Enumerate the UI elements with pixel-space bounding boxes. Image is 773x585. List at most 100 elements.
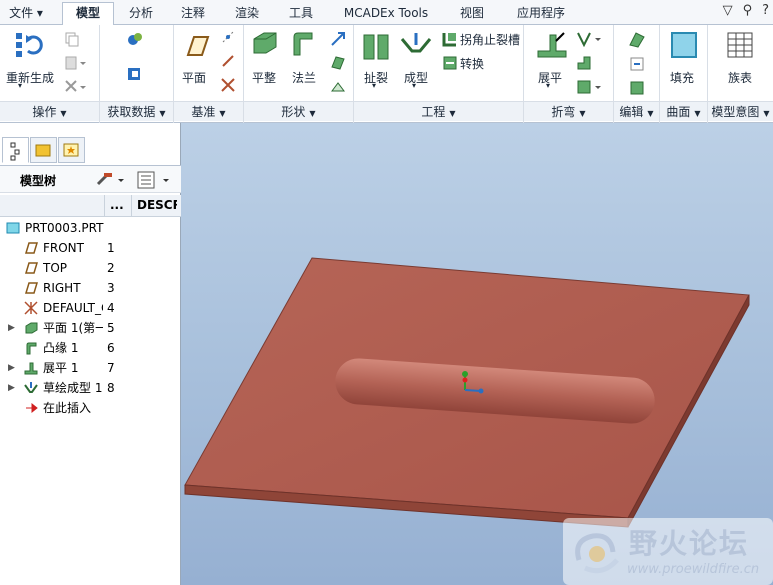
tree-row[interactable]: 凸缘 1 6 bbox=[0, 338, 181, 358]
group-label-operations[interactable]: 操作 ▼ bbox=[0, 101, 99, 121]
tree-row-number: 6 bbox=[107, 341, 115, 355]
help-icon[interactable]: ? bbox=[762, 3, 769, 18]
unbend-dropdown-icon[interactable]: ▾ bbox=[546, 81, 550, 90]
tree-row[interactable]: ▶ 草绘成型 1 8 bbox=[0, 378, 181, 398]
rip-dropdown-icon[interactable]: ▾ bbox=[372, 81, 376, 90]
tree-row-label: 草绘成型 1 bbox=[43, 381, 103, 395]
expand-toggle-icon[interactable]: ▶ bbox=[8, 358, 15, 378]
tree-row-number: 3 bbox=[107, 281, 115, 295]
forum-logo-icon bbox=[575, 533, 619, 574]
sheetmetal-part-model[interactable] bbox=[181, 123, 773, 585]
group-label-shape[interactable]: 形状 ▼ bbox=[244, 101, 353, 121]
datum-axis-icon[interactable] bbox=[220, 29, 236, 45]
unbend-icon[interactable] bbox=[534, 29, 568, 61]
group-label-engineering[interactable]: 工程 ▼ bbox=[354, 101, 523, 121]
folder-icon bbox=[35, 144, 51, 157]
menu-tab-7[interactable]: 视图 bbox=[446, 3, 498, 25]
tree-row[interactable]: PRT0003.PRT bbox=[0, 218, 181, 238]
copy-icon[interactable] bbox=[64, 31, 80, 47]
regenerate-dropdown-icon[interactable]: ▾ bbox=[18, 81, 22, 90]
datum-plane-icon[interactable] bbox=[180, 33, 210, 59]
tab-folder-browser[interactable] bbox=[30, 137, 57, 163]
expand-toggle-icon[interactable]: ▶ bbox=[8, 378, 15, 398]
tree-row[interactable]: ▶ 展平 1 7 bbox=[0, 358, 181, 378]
offset-icon[interactable] bbox=[628, 55, 646, 73]
edge-bend-icon[interactable] bbox=[576, 79, 602, 95]
menu-tab-5[interactable]: 工具 bbox=[276, 3, 326, 25]
corner-relief-button[interactable]: 拐角止裂槽 bbox=[460, 31, 520, 48]
group-model-intent: 族表 模型意图 ▼ bbox=[708, 25, 773, 123]
tree-row[interactable]: TOP 2 bbox=[0, 258, 181, 278]
copy-geometry-icon[interactable] bbox=[126, 65, 144, 83]
mirror-icon[interactable] bbox=[628, 31, 646, 49]
flange-wall-icon[interactable] bbox=[288, 29, 318, 59]
regenerate-button[interactable]: 重新生成 bbox=[6, 69, 54, 86]
ribbon: 重新生成 ▾ 操作 ▼ 获取数据 ▼ 平面 基准 ▼ 平整 法兰 形状 ▼ 扯裂 ▾ 成 bbox=[0, 25, 773, 123]
convert-icon[interactable] bbox=[442, 55, 458, 71]
menu-tab-0[interactable]: 文件 ▾ bbox=[0, 3, 52, 25]
menu-tab-2[interactable]: 分析 bbox=[116, 3, 166, 25]
plane-button[interactable]: 平面 bbox=[182, 69, 206, 86]
menu-bar: 文件 ▾ 模型 分析 注释 渲染 工具 MCADEx Tools 视图 应用程序 ▽ ⚲ ? bbox=[0, 0, 773, 26]
fill-button[interactable]: 填充 bbox=[670, 69, 694, 86]
family-table-icon[interactable] bbox=[726, 31, 754, 59]
flatten-form-icon[interactable] bbox=[628, 79, 646, 97]
title-icons: ▽ ⚲ ? bbox=[723, 3, 769, 18]
group-label-datum[interactable]: 基准 ▼ bbox=[174, 101, 243, 121]
group-operations: 重新生成 ▾ 操作 ▼ bbox=[0, 25, 100, 123]
convert-button[interactable]: 转换 bbox=[460, 55, 484, 72]
delete-icon[interactable] bbox=[64, 79, 86, 95]
group-engineering: 扯裂 ▾ 成型 ▾ 拐角止裂槽 转换 工程 ▼ bbox=[354, 25, 524, 123]
regenerate-icon[interactable] bbox=[14, 29, 46, 61]
expand-toggle-icon[interactable]: ▶ bbox=[8, 318, 15, 338]
show-columns-icon[interactable] bbox=[136, 170, 172, 190]
feature-flange-icon bbox=[26, 342, 37, 355]
rip-icon[interactable] bbox=[360, 31, 392, 63]
paste-icon[interactable] bbox=[64, 55, 86, 71]
flange-button[interactable]: 法兰 bbox=[292, 69, 316, 86]
menu-tab-4[interactable]: 渲染 bbox=[222, 3, 272, 25]
user-defined-feature-icon[interactable] bbox=[126, 31, 144, 49]
graphics-window[interactable] bbox=[181, 123, 773, 585]
tree-row[interactable]: 在此插入 bbox=[0, 398, 181, 418]
menu-tab-3[interactable]: 注释 bbox=[168, 3, 218, 25]
tree-row[interactable]: RIGHT 3 bbox=[0, 278, 181, 298]
extend-icon[interactable] bbox=[330, 31, 346, 47]
tree-row-label: 平面 1(第一 bbox=[43, 321, 103, 335]
tree-settings-icon[interactable] bbox=[94, 170, 124, 190]
group-label-surface[interactable]: 曲面 ▼ bbox=[660, 101, 707, 121]
group-label-get-data[interactable]: 获取数据 ▼ bbox=[100, 101, 173, 121]
flat-button[interactable]: 平整 bbox=[252, 69, 276, 86]
column-header-description[interactable]: DESCR bbox=[137, 198, 177, 212]
search-icon[interactable]: ⚲ bbox=[743, 3, 753, 18]
coordinate-system-icon[interactable] bbox=[220, 77, 236, 93]
minimize-ribbon-icon[interactable]: ▽ bbox=[723, 3, 733, 18]
datum-point-icon[interactable] bbox=[220, 53, 236, 69]
menu-tab-6[interactable]: MCADEx Tools bbox=[330, 3, 442, 25]
menu-tab-1[interactable]: 模型 bbox=[62, 2, 114, 26]
twist-icon[interactable] bbox=[330, 55, 346, 71]
bend-icon[interactable] bbox=[576, 31, 602, 47]
group-get-data: 获取数据 ▼ bbox=[100, 25, 174, 123]
fill-surface-icon[interactable] bbox=[670, 31, 698, 59]
group-surface: 填充 曲面 ▼ bbox=[660, 25, 708, 123]
tree-row[interactable]: ▶ 平面 1(第一 5 bbox=[0, 318, 181, 338]
group-label-model-intent[interactable]: 模型意图 ▼ bbox=[708, 101, 773, 121]
tab-favorites[interactable] bbox=[58, 137, 85, 163]
form-dropdown-icon[interactable]: ▾ bbox=[412, 81, 416, 90]
tree-row[interactable]: DEFAULT_CSYS 4 bbox=[0, 298, 181, 318]
corner-relief-icon[interactable] bbox=[442, 31, 458, 47]
feature-plane-icon bbox=[24, 262, 38, 274]
tree-column-header: ... DESCR bbox=[0, 195, 181, 217]
tab-model-tree[interactable] bbox=[2, 137, 29, 163]
column-header-dots[interactable]: ... bbox=[110, 198, 124, 212]
family-table-button[interactable]: 族表 bbox=[728, 69, 752, 86]
form-icon[interactable] bbox=[400, 31, 432, 63]
tree-row[interactable]: FRONT 1 bbox=[0, 238, 181, 258]
flat-wall-icon[interactable] bbox=[250, 29, 280, 59]
merge-icon[interactable] bbox=[330, 79, 346, 95]
group-label-bend[interactable]: 折弯 ▼ bbox=[524, 101, 613, 121]
menu-tab-8[interactable]: 应用程序 bbox=[502, 3, 580, 25]
group-label-edit[interactable]: 编辑 ▼ bbox=[614, 101, 659, 121]
bend-back-icon[interactable] bbox=[576, 55, 592, 71]
